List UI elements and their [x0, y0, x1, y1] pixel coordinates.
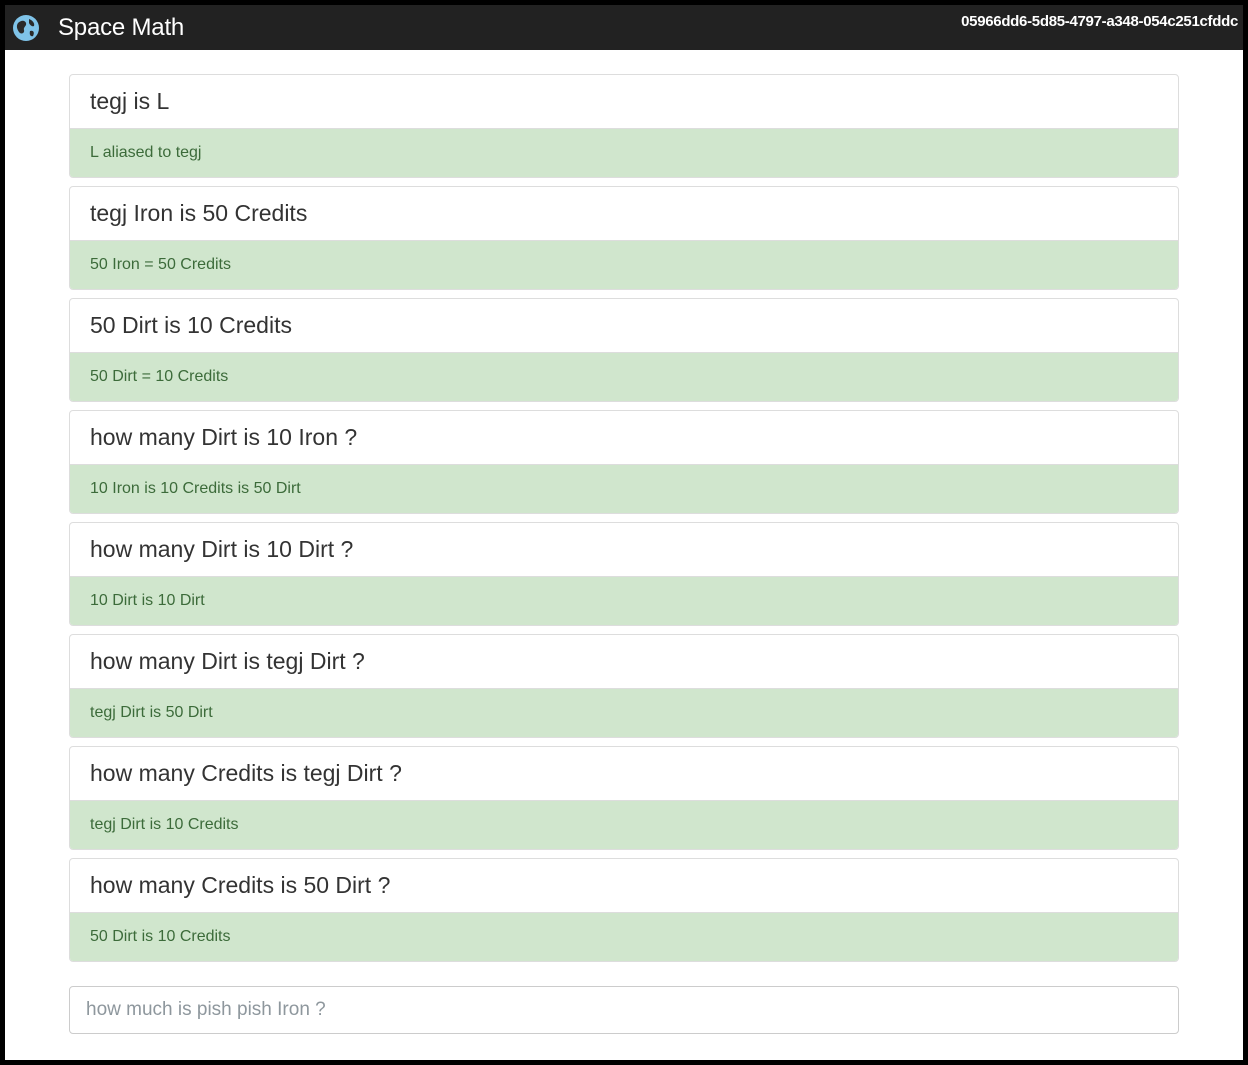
result-answer: 10 Dirt is 10 Dirt — [70, 577, 1178, 625]
result-card: 50 Dirt is 10 Credits 50 Dirt = 10 Credit… — [69, 298, 1179, 402]
result-answer: 50 Dirt = 10 Credits — [70, 353, 1178, 401]
result-question: how many Dirt is tegj Dirt ? — [70, 635, 1178, 689]
app-window: Space Math 05966dd6-5d85-4797-a348-054c2… — [5, 5, 1243, 1060]
result-card: how many Credits is tegj Dirt ? tegj Dirt… — [69, 746, 1179, 850]
session-id: 05966dd6-5d85-4797-a348-054c251cfddc — [961, 13, 1238, 30]
result-question: how many Credits is 50 Dirt ? — [70, 859, 1178, 913]
result-card: how many Dirt is tegj Dirt ? tegj Dirt is… — [69, 634, 1179, 738]
result-card: how many Credits is 50 Dirt ? 50 Dirt is … — [69, 858, 1179, 962]
result-question: how many Credits is tegj Dirt ? — [70, 747, 1178, 801]
result-question: tegj Iron is 50 Credits — [70, 187, 1178, 241]
result-question: tegj is L — [70, 75, 1178, 129]
result-question: how many Dirt is 10 Iron ? — [70, 411, 1178, 465]
result-answer: tegj Dirt is 50 Dirt — [70, 689, 1178, 737]
query-input[interactable] — [69, 986, 1179, 1034]
result-answer: 10 Iron is 10 Credits is 50 Dirt — [70, 465, 1178, 513]
result-answer: 50 Dirt is 10 Credits — [70, 913, 1178, 961]
navbar: Space Math 05966dd6-5d85-4797-a348-054c2… — [5, 5, 1243, 50]
result-answer: tegj Dirt is 10 Credits — [70, 801, 1178, 849]
globe-icon[interactable] — [12, 14, 40, 42]
result-question: how many Dirt is 10 Dirt ? — [70, 523, 1178, 577]
result-question: 50 Dirt is 10 Credits — [70, 299, 1178, 353]
result-card: how many Dirt is 10 Iron ? 10 Iron is 10 … — [69, 410, 1179, 514]
result-answer: L aliased to tegj — [70, 129, 1178, 177]
result-card: how many Dirt is 10 Dirt ? 10 Dirt is 10 … — [69, 522, 1179, 626]
result-card: tegj Iron is 50 Credits 50 Iron = 50 Cred… — [69, 186, 1179, 290]
result-answer: 50 Iron = 50 Credits — [70, 241, 1178, 289]
result-card: tegj is LL aliased to tegj — [69, 74, 1179, 178]
results-list: tegj is LL aliased to tegj tegj Iron is 5… — [69, 74, 1179, 970]
brand-title[interactable]: Space Math — [58, 14, 184, 42]
